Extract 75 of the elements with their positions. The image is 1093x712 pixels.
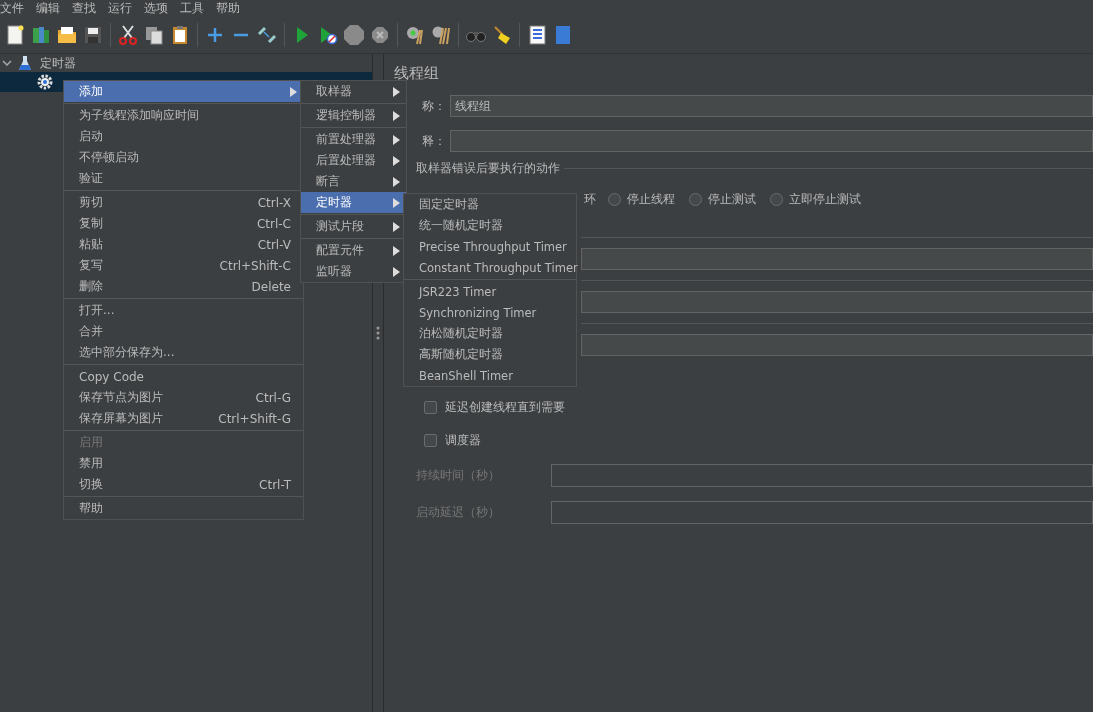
broom-icon[interactable] (491, 24, 513, 46)
menu-item[interactable]: 粘贴 Ctrl-V (64, 234, 303, 255)
menu-bar-item[interactable]: 编辑 (36, 0, 66, 17)
tree-label: 定时器 (40, 54, 76, 72)
menu-item[interactable]: 逻辑控制器 (301, 105, 406, 126)
menu-bar-item[interactable]: 查找 (72, 0, 102, 17)
menu-item[interactable]: 取样器 (301, 81, 406, 102)
gear-icon (36, 73, 54, 91)
document-icon[interactable] (4, 24, 26, 46)
menu-item[interactable]: 断言 (301, 171, 406, 192)
checkbox[interactable]: 延迟创建线程直到需要 (424, 398, 1093, 417)
comment-label: 释： (422, 132, 447, 150)
menu-item[interactable]: JSR223 Timer (404, 281, 576, 302)
gears-broom-icon[interactable] (430, 24, 452, 46)
flask-icon (18, 55, 32, 71)
menu-bar-item[interactable]: 工具 (180, 0, 210, 17)
input-field[interactable] (581, 291, 1093, 313)
menu-item[interactable]: 统一随机定时器 (404, 215, 576, 236)
menu-item[interactable]: 保存节点为图片 Ctrl-G (64, 387, 303, 408)
radio-button[interactable]: 立即停止测试 (770, 190, 861, 208)
menu-item[interactable]: 选中部分保存为... (64, 342, 303, 363)
menu-item[interactable]: 固定定时器 (404, 194, 576, 215)
input-field[interactable] (581, 248, 1093, 270)
menu-item[interactable]: 合并 (64, 321, 303, 342)
menu-item[interactable]: 验证 (64, 168, 303, 189)
menu-item[interactable]: BeanShell Timer (404, 365, 576, 386)
menu-item[interactable]: 高斯随机定时器 (404, 344, 576, 365)
menu-bar-item[interactable]: 文件 (0, 0, 30, 17)
menu-item[interactable]: 后置处理器 (301, 150, 406, 171)
comment-field[interactable] (450, 130, 1093, 152)
name-field[interactable]: 线程组 (450, 95, 1093, 117)
folder-icon[interactable] (56, 24, 78, 46)
scissors-icon[interactable] (117, 24, 139, 46)
gear-broom-icon[interactable] (404, 24, 426, 46)
input-field[interactable] (581, 334, 1093, 356)
menu-item[interactable]: 定时器 (301, 192, 406, 213)
menu-item[interactable]: 复制 Ctrl-C (64, 213, 303, 234)
menu-item[interactable]: 前置处理器 (301, 129, 406, 150)
menu-item[interactable]: Constant Throughput Timer (404, 257, 576, 278)
menu-item[interactable]: 启动 (64, 126, 303, 147)
checkbox[interactable]: 调度器 (424, 431, 1093, 450)
octagon-x-icon[interactable] (369, 24, 391, 46)
menu-item[interactable]: 保存屏幕为图片 Ctrl+Shift-G (64, 408, 303, 429)
menu-bar-item[interactable]: 选项 (144, 0, 174, 17)
menu-item[interactable]: 打开... (64, 300, 303, 321)
group-title: 取样器错误后要执行的动作 (416, 159, 560, 177)
radio-label: 环 (584, 190, 596, 208)
menu-item[interactable]: Synchronizing Timer (404, 302, 576, 323)
radio-button[interactable]: 停止线程 (608, 190, 675, 208)
name-label: 称： (422, 97, 447, 115)
menu-item[interactable]: 为子线程添加响应时间 (64, 105, 303, 126)
tree-item[interactable]: 定时器 (0, 54, 372, 72)
menu-item[interactable]: 复写 Ctrl+Shift-C (64, 255, 303, 276)
menu-item[interactable]: Copy Code (64, 366, 303, 387)
list-icon[interactable] (526, 24, 548, 46)
chevron-icon[interactable] (2, 58, 12, 68)
radio-button[interactable]: 停止测试 (689, 190, 756, 208)
menu-item[interactable]: 泊松随机定时器 (404, 323, 576, 344)
wand-icon[interactable] (256, 24, 278, 46)
menu-item[interactable]: Precise Throughput Timer (404, 236, 576, 257)
menu-item[interactable]: 测试片段 (301, 216, 406, 237)
menu-item[interactable]: 切换 Ctrl-T (64, 474, 303, 495)
menu-item[interactable]: 监听器 (301, 261, 406, 282)
menu-item[interactable]: 不停顿启动 (64, 147, 303, 168)
menu-item[interactable]: 帮助 (64, 498, 303, 519)
copy-icon[interactable] (143, 24, 165, 46)
splitter-handle-icon[interactable] (376, 326, 380, 340)
panel-title: 线程组 (394, 64, 440, 84)
menu-bar-item[interactable]: 帮助 (216, 0, 246, 17)
menu-item[interactable]: 配置元件 (301, 240, 406, 261)
menu-item[interactable]: 删除 Delete (64, 276, 303, 297)
menu-item[interactable]: 禁用 (64, 453, 303, 474)
menu-item[interactable]: 添加 (64, 81, 303, 102)
menu-item[interactable]: 剪切 Ctrl-X (64, 192, 303, 213)
menu-bar-item[interactable]: 运行 (108, 0, 138, 17)
